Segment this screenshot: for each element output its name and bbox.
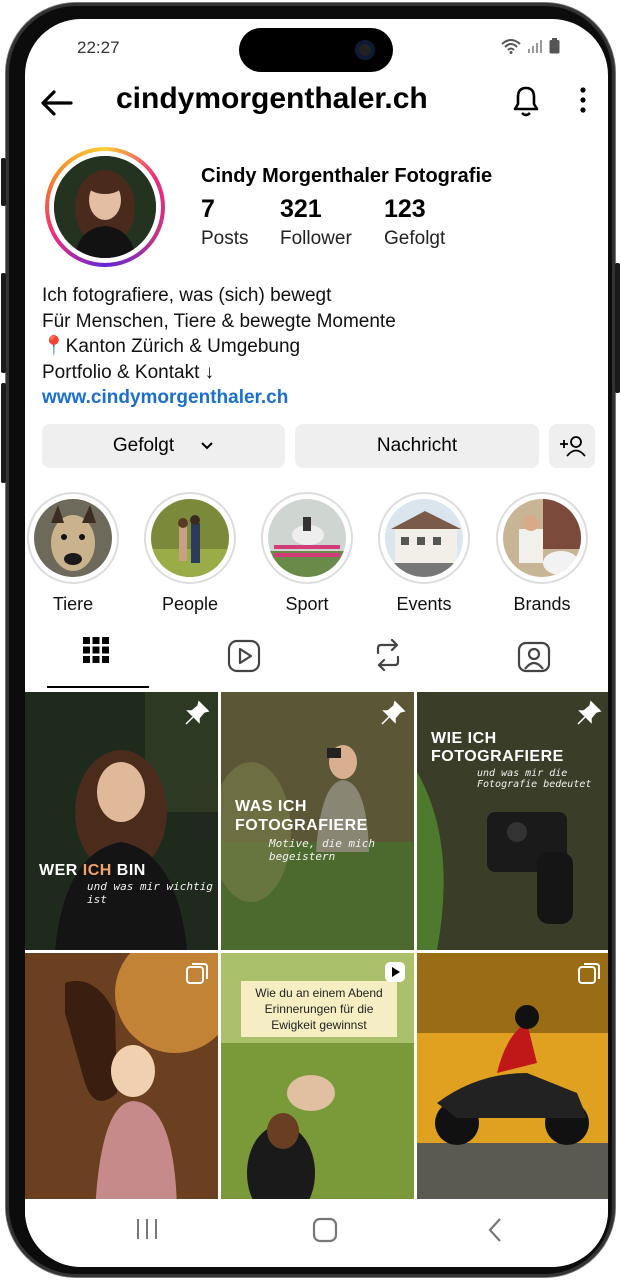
carousel-icon [578,963,600,984]
pin-icon [185,700,210,725]
battery-icon [549,38,560,54]
profile-bio: Ich fotografiere, was (sich) bewegt Für … [42,283,396,411]
post-title: WIE ICH [431,730,497,747]
status-time: 22:27 [77,38,120,57]
post-subtitle: Motive, die mich begeistern [269,837,375,863]
post-title-accent: FOTOGRAFIERE [431,748,564,765]
profile-username: cindymorgenthaler.ch [116,82,428,115]
back-arrow-icon[interactable] [39,85,75,121]
message-button[interactable]: Nachricht [295,424,539,468]
post-tile[interactable]: WIE ICH FOTOGRAFIERE und was mir die Fot… [417,692,608,950]
notification-bell-icon[interactable] [509,83,543,119]
highlight-label: Sport [285,594,329,614]
story-highlights: Tiere People Sport Events Brands [25,492,608,615]
highlight-image [34,499,112,577]
stat-value: 7 [201,195,215,223]
suggest-users-button[interactable] [549,424,595,468]
stat-label: Posts [201,228,249,249]
grid-icon[interactable] [83,637,109,663]
pin-icon [577,700,602,725]
post-title-accent: FOTOGRAFIERE [235,817,368,834]
chevron-down-icon [201,442,213,450]
reels-icon[interactable] [227,639,261,673]
highlight-item[interactable]: Brands [496,492,588,615]
highlight-item[interactable]: Events [378,492,470,615]
highlight-item[interactable]: Sport [261,492,353,615]
side-button [1,383,6,483]
highlight-image [503,499,581,577]
signal-icon [528,40,542,53]
bio-line: 📍Kanton Zürich & Umgebung [42,336,301,357]
post-title: WAS ICH [235,798,307,815]
stat-followers[interactable]: 321 Follower [280,195,352,250]
post-tile[interactable]: Wie du an einem Abend Erinnerungen für d… [221,953,414,1211]
more-options-icon[interactable] [577,85,589,115]
highlight-image [385,499,463,577]
pin-icon [381,700,406,725]
post-caption: Wie du an einem Abend Erinnerungen für d… [241,981,397,1037]
post-title: WER ICH BIN [39,862,146,879]
bio-line: Für Menschen, Tiere & bewegte Momente [42,310,396,332]
post-tile[interactable] [25,953,218,1211]
highlight-label: People [161,594,219,614]
reel-icon [385,962,405,982]
active-tab-indicator [47,686,149,688]
avatar-image [54,156,156,258]
phone-frame: 22:27 cindymorgenthaler.ch Cindy Morgent… [1,3,620,1277]
stat-label: Follower [280,228,352,249]
profile-website-link[interactable]: www.cindymorgenthaler.ch [42,385,396,411]
profile-tabs [25,619,608,689]
highlight-item[interactable]: Tiere [27,492,119,615]
screen: 22:27 cindymorgenthaler.ch Cindy Morgent… [25,19,608,1267]
highlight-label: Events [396,594,452,614]
post-tile[interactable] [417,953,608,1211]
post-subtitle: und was mir die Fotografie bedeutet [477,768,592,790]
tagged-icon[interactable] [517,639,551,673]
post-tile[interactable]: WAS ICH FOTOGRAFIERE Motive, die mich be… [221,692,414,950]
highlight-image [268,499,346,577]
profile-display-name: Cindy Morgenthaler Fotografie [201,165,493,187]
bio-line: Ich fotografiere, was (sich) bewegt [42,285,332,306]
camera-icon [355,40,375,60]
following-button[interactable]: Gefolgt [42,424,285,468]
stat-label: Gefolgt [384,228,446,249]
profile-header: cindymorgenthaler.ch [25,79,608,139]
stat-posts[interactable]: 7 Posts [201,195,249,250]
stat-value: 321 [280,195,322,223]
highlight-label: Brands [513,594,571,614]
status-icons [501,38,560,54]
post-subtitle: und was mir wichtig ist [87,880,213,906]
stat-following[interactable]: 123 Gefolgt [384,195,445,250]
reposts-icon[interactable] [373,639,403,671]
highlight-label: Tiere [52,594,94,614]
wifi-icon [501,39,521,54]
highlight-item[interactable]: People [144,492,236,615]
add-person-icon [560,436,586,457]
back-icon[interactable] [487,1217,503,1243]
carousel-icon [186,963,208,984]
side-button [615,263,620,393]
following-label: Gefolgt [112,435,175,456]
highlight-image [151,499,229,577]
message-label: Nachricht [376,435,458,456]
dynamic-island [239,28,393,72]
recent-apps-icon[interactable] [135,1217,159,1241]
home-icon[interactable] [312,1217,338,1243]
side-button [1,158,6,206]
bio-line: Portfolio & Kontakt ↓ [42,361,215,383]
post-tile[interactable]: WER ICH BIN und was mir wichtig ist [25,692,218,950]
system-navigation-bar [25,1199,608,1267]
side-button [1,273,6,373]
stat-value: 123 [384,195,426,223]
avatar[interactable] [45,147,165,267]
